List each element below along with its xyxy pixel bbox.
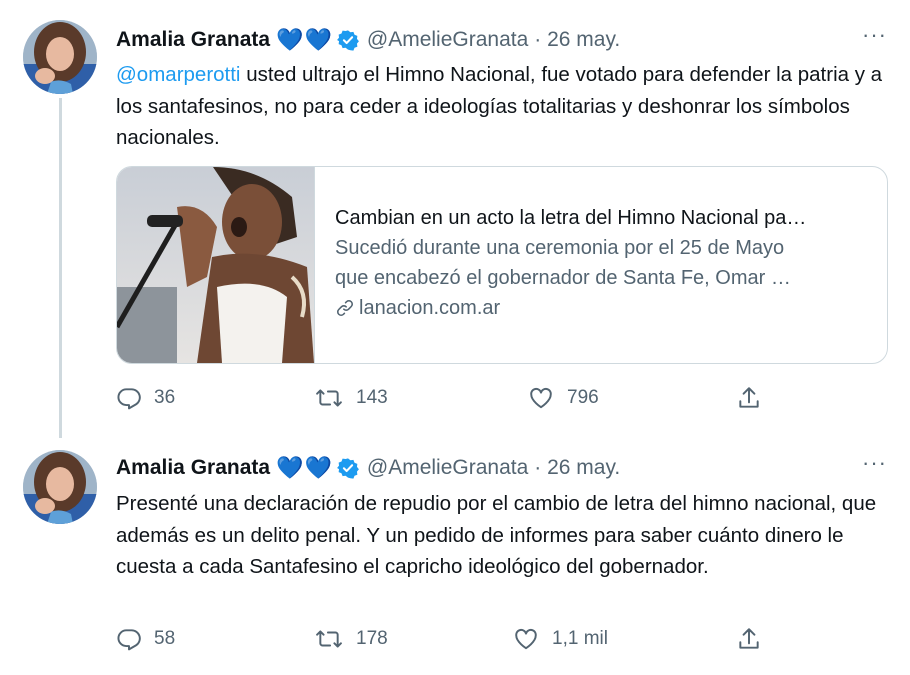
author-name[interactable]: Amalia Granata xyxy=(116,456,270,480)
author-handle[interactable]: @AmelieGranata xyxy=(367,28,528,52)
author-handle[interactable]: @AmelieGranata xyxy=(367,456,528,480)
share-icon xyxy=(739,628,759,649)
card-text: Cambian en un acto la letra del Himno Na… xyxy=(335,203,875,323)
card-description-line-1: Sucedió durante una ceremonia por el 25 … xyxy=(335,237,785,259)
link-icon xyxy=(335,298,355,318)
verified-badge-icon xyxy=(336,29,359,51)
reply-icon xyxy=(117,388,141,410)
reply-count: 58 xyxy=(154,628,176,649)
card-title[interactable]: Cambian en un acto la letra del Himno Na… xyxy=(335,203,875,233)
retweet-count: 178 xyxy=(356,628,388,649)
tweet-header: Amalia Granata 💙 💙 @AmelieGranata · 26 m… xyxy=(116,25,620,55)
card-domain[interactable]: lanacion.com.ar xyxy=(335,293,875,323)
reply-icon xyxy=(117,629,141,651)
like-button[interactable]: 1,1 mil xyxy=(512,626,608,652)
card-description-line-2: que encabezó el gobernador de Santa Fe, … xyxy=(335,267,791,289)
tweet-1[interactable]: Amalia Granata 💙 💙 @AmelieGranata · 26 m… xyxy=(0,0,910,430)
blue-heart-icon: 💙 xyxy=(276,27,304,52)
mention-link[interactable]: @omarperotti xyxy=(116,63,241,86)
share-button[interactable] xyxy=(736,385,774,411)
tweet-header: Amalia Granata 💙 💙 @AmelieGranata · 26 m… xyxy=(116,453,620,483)
blue-hearts-emoji: 💙 💙 xyxy=(276,457,333,479)
tweet-actions: 58 178 1,1 mil xyxy=(116,626,776,656)
retweet-icon xyxy=(316,389,342,407)
share-button[interactable] xyxy=(736,626,774,652)
tweet-date[interactable]: · 26 may. xyxy=(534,28,620,52)
like-count: 1,1 mil xyxy=(552,628,608,649)
card-thumbnail-image xyxy=(117,167,315,363)
tweet-date[interactable]: · 26 may. xyxy=(534,456,620,480)
tweet-2[interactable]: Amalia Granata 💙 💙 @AmelieGranata · 26 m… xyxy=(0,440,910,675)
retweet-icon xyxy=(316,630,342,648)
blue-heart-icon: 💙 xyxy=(304,27,332,52)
more-icon[interactable]: ··· xyxy=(862,450,887,476)
like-icon xyxy=(515,628,537,650)
retweet-button[interactable]: 143 xyxy=(314,385,388,411)
blue-heart-icon: 💙 xyxy=(276,455,304,480)
share-icon xyxy=(739,387,759,408)
avatar[interactable] xyxy=(23,20,97,94)
tweet-text: @omarperotti usted ultrajo el Himno Naci… xyxy=(116,59,896,154)
card-domain-text: lanacion.com.ar xyxy=(359,297,501,319)
tweet-actions: 36 143 796 xyxy=(116,385,776,415)
reply-button[interactable]: 36 xyxy=(116,385,175,411)
reply-count: 36 xyxy=(154,387,176,408)
reply-button[interactable]: 58 xyxy=(116,626,175,652)
blue-heart-icon: 💙 xyxy=(304,455,332,480)
tweet-text: Presenté una declaración de repudio por … xyxy=(116,492,877,578)
blue-hearts-emoji: 💙 💙 xyxy=(276,29,333,51)
link-preview-card[interactable]: Cambian en un acto la letra del Himno Na… xyxy=(116,166,888,364)
like-count: 796 xyxy=(567,387,599,408)
author-name[interactable]: Amalia Granata xyxy=(116,28,270,52)
like-button[interactable]: 796 xyxy=(527,385,599,411)
retweet-count: 143 xyxy=(356,387,388,408)
avatar[interactable] xyxy=(23,450,97,524)
like-icon xyxy=(530,387,552,409)
retweet-button[interactable]: 178 xyxy=(314,626,388,652)
more-icon[interactable]: ··· xyxy=(862,22,887,48)
verified-badge-icon xyxy=(336,457,359,479)
